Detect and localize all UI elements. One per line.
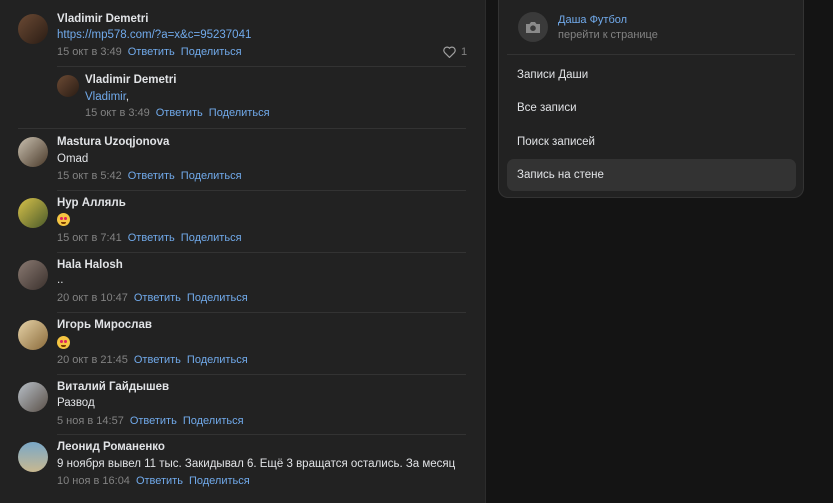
menu-item-wall-post[interactable]: Запись на стене [507, 159, 796, 191]
comment-date[interactable]: 20 окт в 21:45 [57, 354, 128, 366]
mention-link[interactable]: Vladimir [85, 91, 126, 103]
comment-author[interactable]: Виталий Гайдышев [57, 381, 169, 393]
avatar[interactable] [18, 198, 48, 228]
reply-button[interactable]: Ответить [134, 354, 181, 366]
comment-author[interactable]: Mastura Uzoqjonova [57, 136, 169, 148]
divider [57, 312, 466, 313]
avatar[interactable] [18, 14, 48, 44]
comment-text: .. [57, 274, 64, 286]
share-button[interactable]: Поделиться [187, 354, 248, 366]
comment-text: Omad [57, 153, 89, 165]
like-button[interactable]: 1 [443, 46, 467, 58]
divider [57, 374, 466, 375]
comment-text: Развод [57, 397, 95, 409]
reply-button[interactable]: Ответить [128, 232, 175, 244]
divider [57, 66, 466, 67]
comment-text: https://mp578.com/?a=x&c=95237041 [57, 29, 251, 41]
divider [507, 54, 795, 55]
comment-text: Vladimir, [85, 91, 129, 103]
divider [57, 434, 466, 435]
divider [57, 190, 466, 191]
avatar[interactable] [18, 442, 48, 472]
avatar[interactable] [18, 260, 48, 290]
heart-eyes-icon [57, 336, 70, 349]
comment-date[interactable]: 10 ноя в 16:04 [57, 475, 130, 487]
share-button[interactable]: Поделиться [189, 475, 250, 487]
share-button[interactable]: Поделиться [181, 170, 242, 182]
camera-icon [526, 21, 540, 33]
comment-meta: 20 окт в 10:47 Ответить Поделиться [57, 292, 248, 304]
comment-date[interactable]: 15 окт в 5:42 [57, 170, 122, 182]
go-to-page-link[interactable]: перейти к странице [558, 29, 658, 41]
share-button[interactable]: Поделиться [181, 46, 242, 58]
comment-meta: 15 окт в 3:49 Ответить Поделиться [57, 46, 242, 58]
comment-author[interactable]: Vladimir Demetri [85, 74, 176, 86]
comment-author[interactable]: Леонид Романенко [57, 441, 165, 453]
comments-feed: Vladimir Demetri https://mp578.com/?a=x&… [0, 0, 486, 503]
comment-text [57, 336, 70, 352]
comment-date[interactable]: 20 окт в 10:47 [57, 292, 128, 304]
avatar[interactable] [18, 320, 48, 350]
comment-meta: 20 окт в 21:45 Ответить Поделиться [57, 354, 248, 366]
reply-button[interactable]: Ответить [136, 475, 183, 487]
share-button[interactable]: Поделиться [209, 107, 270, 119]
owner-name-link[interactable]: Даша Футбол [558, 14, 627, 26]
comment-link[interactable]: https://mp578.com/?a=x&c=95237041 [57, 29, 251, 41]
owner-avatar[interactable] [518, 12, 548, 42]
menu-item-owner-posts[interactable]: Записи Даши [507, 59, 796, 91]
comment-author[interactable]: Hala Halosh [57, 259, 123, 271]
wall-menu: Даша Футбол перейти к странице Записи Да… [498, 0, 804, 198]
comment-text [57, 213, 70, 229]
comment-date[interactable]: 15 окт в 3:49 [57, 46, 122, 58]
comment-author[interactable]: Игорь Мирослав [57, 319, 152, 331]
share-button[interactable]: Поделиться [187, 292, 248, 304]
comment-meta: 10 ноя в 16:04 Ответить Поделиться [57, 475, 250, 487]
avatar[interactable] [57, 75, 79, 97]
reply-button[interactable]: Ответить [134, 292, 181, 304]
comment-date[interactable]: 15 окт в 7:41 [57, 232, 122, 244]
reply-button[interactable]: Ответить [128, 170, 175, 182]
reply-button[interactable]: Ответить [130, 415, 177, 427]
like-count: 1 [461, 46, 468, 58]
comment-meta: 15 окт в 7:41 Ответить Поделиться [57, 232, 242, 244]
avatar[interactable] [18, 137, 48, 167]
comment-text: 9 ноября вывел 11 тыс. Закидывал 6. Ещё … [57, 458, 456, 470]
divider [18, 128, 466, 129]
comment-author[interactable]: Нур Алляль [57, 197, 126, 209]
menu-item-all-posts[interactable]: Все записи [507, 92, 796, 124]
heart-icon [443, 46, 456, 58]
reply-button[interactable]: Ответить [156, 107, 203, 119]
reply-button[interactable]: Ответить [128, 46, 175, 58]
comment-date[interactable]: 5 ноя в 14:57 [57, 415, 124, 427]
divider [57, 252, 466, 253]
comment-date[interactable]: 15 окт в 3:49 [85, 107, 150, 119]
comment-meta: 15 окт в 3:49 Ответить Поделиться [85, 107, 270, 119]
smiling-face-icon [57, 213, 70, 226]
avatar[interactable] [18, 382, 48, 412]
comment-meta: 5 ноя в 14:57 Ответить Поделиться [57, 415, 244, 427]
comment-text-rest: , [125, 91, 130, 103]
share-button[interactable]: Поделиться [183, 415, 244, 427]
menu-item-search-posts[interactable]: Поиск записей [507, 126, 796, 158]
share-button[interactable]: Поделиться [181, 232, 242, 244]
comment-meta: 15 окт в 5:42 Ответить Поделиться [57, 170, 242, 182]
comment-author[interactable]: Vladimir Demetri [57, 13, 148, 25]
